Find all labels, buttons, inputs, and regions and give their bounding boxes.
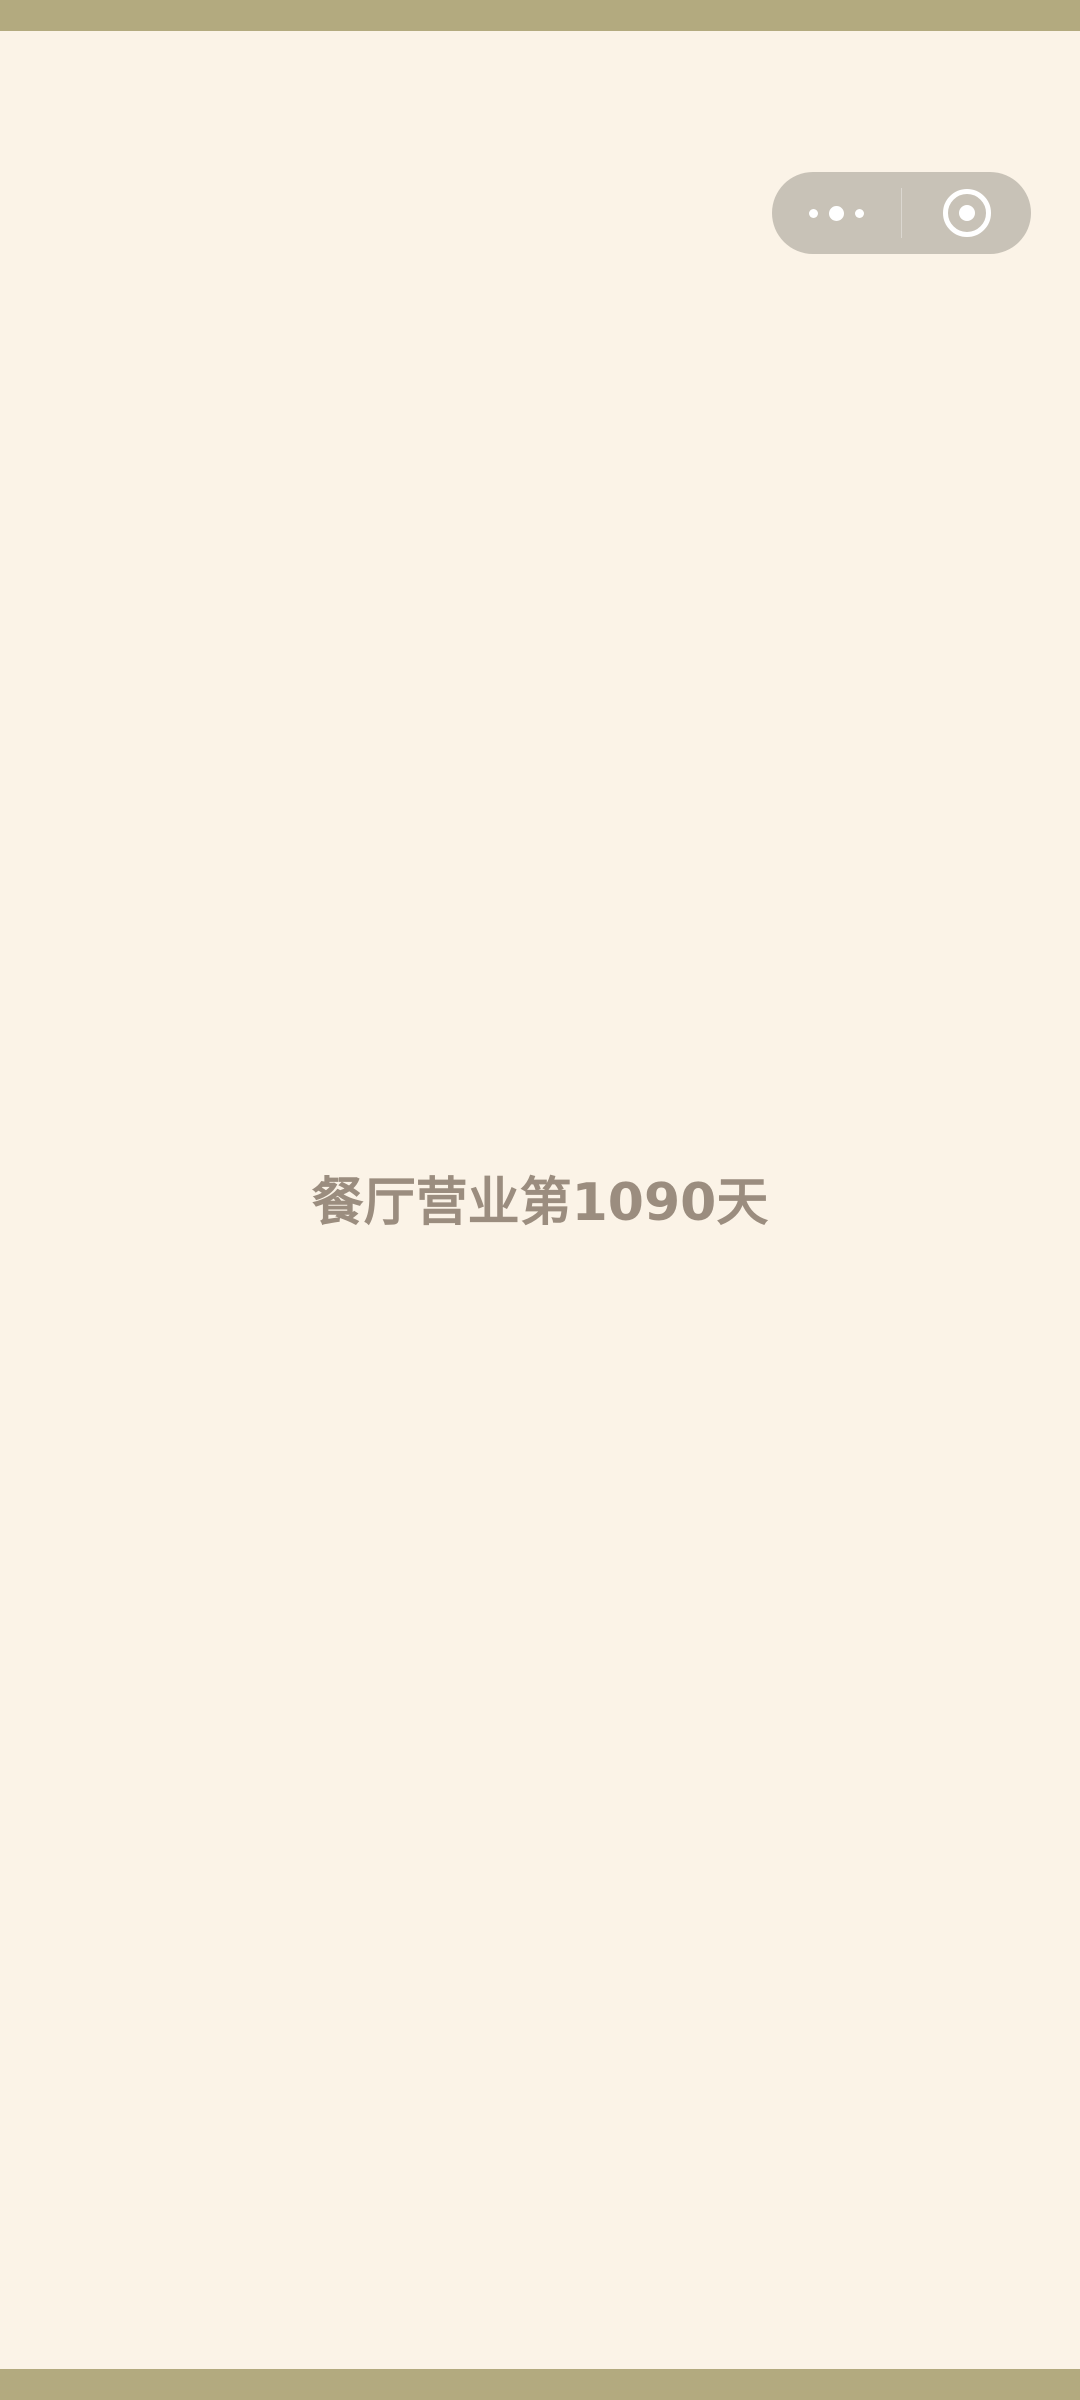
close-mini-program-button[interactable] [902, 172, 1031, 254]
mini-program-capsule [772, 172, 1031, 254]
three-dots-icon [809, 208, 818, 218]
three-dots-icon-center [829, 205, 844, 221]
three-dots-icon-right [855, 208, 864, 218]
status-bar [0, 0, 1080, 31]
loading-message: 餐厅营业第1090天 [311, 1173, 769, 1233]
more-menu-button[interactable] [772, 172, 901, 254]
target-circle-icon [942, 189, 991, 237]
navigation-bar [0, 2369, 1080, 2400]
